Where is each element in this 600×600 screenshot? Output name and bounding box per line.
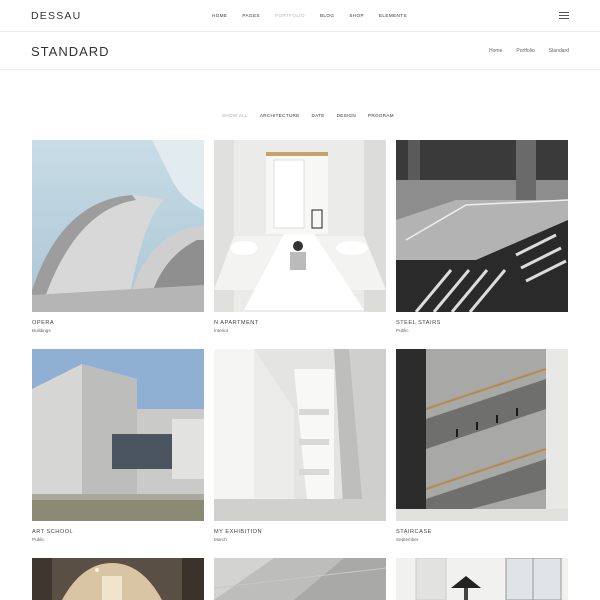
portfolio-item-category: September xyxy=(396,537,419,542)
portfolio-item[interactable]: MY EXHIBITION March xyxy=(214,349,386,542)
filter-architecture[interactable]: ARCHITECTURE xyxy=(260,113,300,118)
top-header: DESSAU HOME PAGES PORTFOLIO BLOG SHOP EL… xyxy=(0,0,600,32)
portfolio-item[interactable]: N APARTMENT Interior xyxy=(214,140,386,333)
nav-item-shop[interactable]: SHOP xyxy=(349,13,364,18)
hamburger-menu-icon[interactable] xyxy=(559,12,569,20)
portfolio-item-title[interactable]: MY EXHIBITION xyxy=(214,529,386,535)
nav-item-pages[interactable]: PAGES xyxy=(242,13,260,18)
portfolio-image-staircase[interactable] xyxy=(396,349,568,521)
portfolio-item[interactable] xyxy=(32,558,204,600)
filter-design[interactable]: DESIGN xyxy=(337,113,356,118)
portfolio-image-opera[interactable] xyxy=(32,140,204,312)
portfolio-image-n-apartment[interactable] xyxy=(214,140,386,312)
filter-program[interactable]: PROGRAM xyxy=(368,113,394,118)
filter-date[interactable]: DATE xyxy=(311,113,324,118)
portfolio-item[interactable] xyxy=(396,558,568,600)
portfolio-image-window-interior[interactable] xyxy=(396,558,568,600)
portfolio-item-title[interactable]: ART SCHOOL xyxy=(32,529,204,535)
portfolio-item-title[interactable]: N APARTMENT xyxy=(214,320,386,326)
portfolio-image-my-exhibition[interactable] xyxy=(214,349,386,521)
portfolio-item[interactable]: STEEL STAIRS Public xyxy=(396,140,568,333)
portfolio-image-art-school[interactable] xyxy=(32,349,204,521)
nav-item-blog[interactable]: BLOG xyxy=(320,13,334,18)
portfolio-item-category: Interior xyxy=(214,328,229,333)
site-logo[interactable]: DESSAU xyxy=(31,10,81,22)
portfolio-item-category: Buildings xyxy=(32,328,51,333)
portfolio-item-title[interactable]: STEEL STAIRS xyxy=(396,320,568,326)
breadcrumb-home[interactable]: Home xyxy=(489,48,502,54)
filter-show-all[interactable]: SHOW ALL xyxy=(222,113,248,118)
portfolio-item-category: Public xyxy=(32,537,45,542)
page-title: STANDARD xyxy=(31,44,110,59)
nav-item-home[interactable]: HOME xyxy=(212,13,227,18)
breadcrumb: Home Portfolio Standard xyxy=(475,48,569,54)
portfolio-filter: SHOW ALL ARCHITECTURE DATE DESIGN PROGRA… xyxy=(222,113,406,118)
portfolio-item-category: March xyxy=(214,537,227,542)
breadcrumb-standard[interactable]: Standard xyxy=(549,48,569,54)
portfolio-image-arch-hall[interactable] xyxy=(32,558,204,600)
portfolio-item[interactable] xyxy=(214,558,386,600)
portfolio-image-steel-stairs[interactable] xyxy=(396,140,568,312)
portfolio-item[interactable]: STAIRCASE September xyxy=(396,349,568,542)
portfolio-item-category: Public xyxy=(396,328,409,333)
portfolio-item[interactable]: ART SCHOOL Public xyxy=(32,349,204,542)
portfolio-item[interactable]: OPERA Buildings xyxy=(32,140,204,333)
portfolio-item-title[interactable]: STAIRCASE xyxy=(396,529,568,535)
nav-item-elements[interactable]: ELEMENTS xyxy=(379,13,407,18)
main-navigation: HOME PAGES PORTFOLIO BLOG SHOP ELEMENTS xyxy=(212,13,422,18)
page-title-bar: STANDARD Home Portfolio Standard xyxy=(0,32,600,70)
portfolio-image-concrete-wall[interactable] xyxy=(214,558,386,600)
nav-item-portfolio[interactable]: PORTFOLIO xyxy=(275,13,305,18)
portfolio-item-title[interactable]: OPERA xyxy=(32,320,204,326)
breadcrumb-portfolio[interactable]: Portfolio xyxy=(516,48,534,54)
